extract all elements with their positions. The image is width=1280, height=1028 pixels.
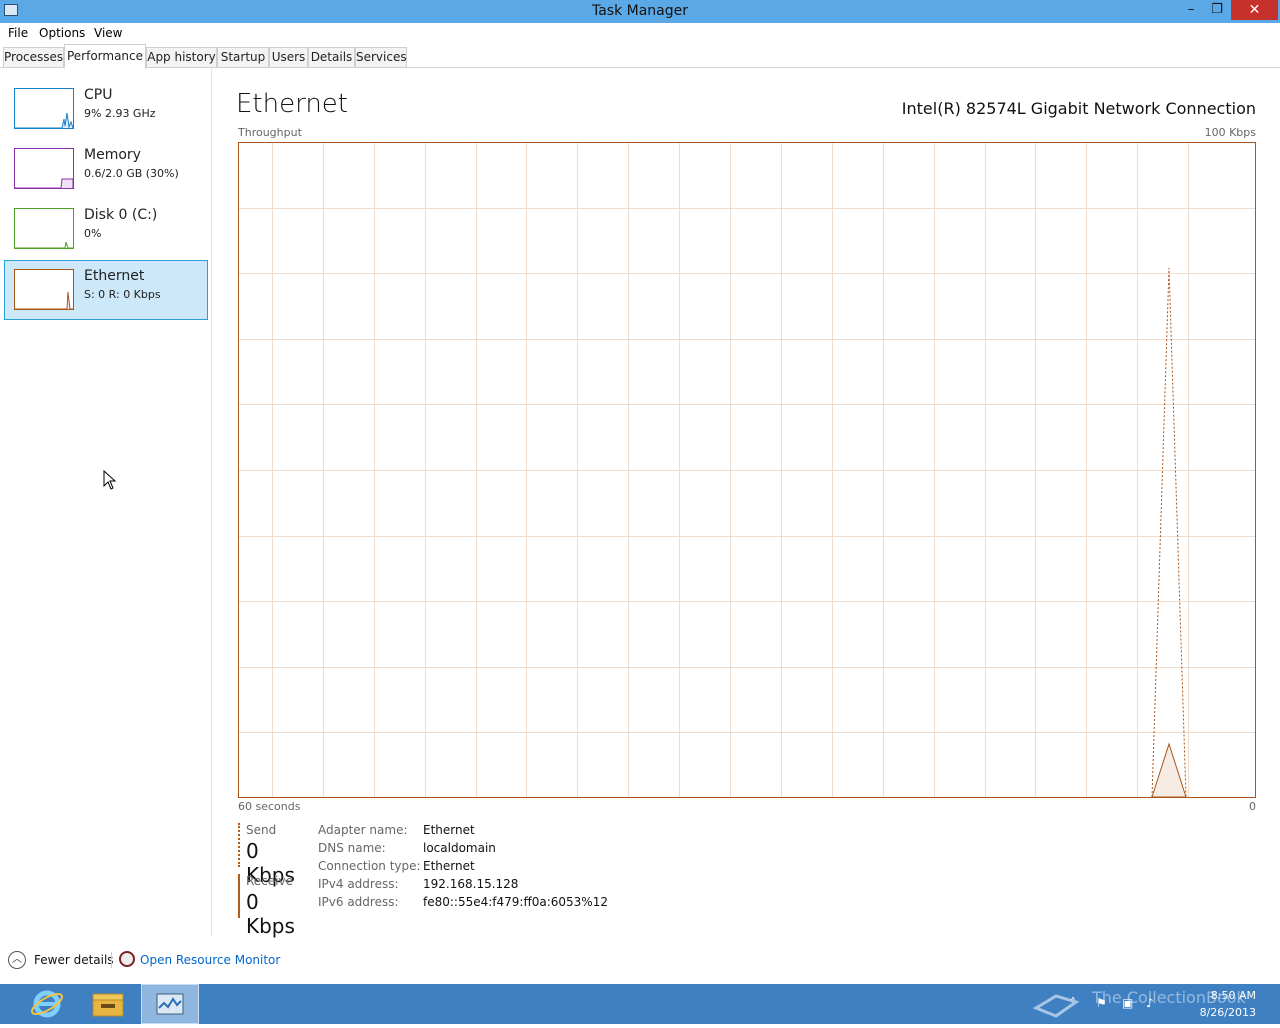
sidebar-item-title: Memory [84, 147, 141, 163]
property-key: DNS name: [318, 841, 386, 855]
clock-time[interactable]: 8:50 AM [1211, 989, 1256, 1002]
tab-services[interactable]: Services [355, 47, 407, 68]
property-value: localdomain [423, 841, 496, 855]
time-zero-label: 0 [1249, 800, 1256, 813]
property-row: IPv4 address: 192.168.15.128 [318, 877, 718, 895]
sidebar-item-subtitle: S: 0 R: 0 Kbps [84, 288, 161, 301]
receive-value: 0 Kbps [246, 890, 295, 938]
memory-mini-graph [14, 148, 74, 189]
tab-details[interactable]: Details [308, 47, 355, 68]
chevron-up-icon[interactable]: ︿ [8, 951, 26, 969]
sidebar-item-subtitle: 0.6/2.0 GB (30%) [84, 167, 179, 180]
show-hidden-icons-icon[interactable]: ˄ [1070, 996, 1084, 1010]
tab-app-history[interactable]: App history [146, 47, 217, 68]
taskbar-task-manager-button[interactable] [141, 984, 199, 1024]
sidebar-item-title: Disk 0 (C:) [84, 207, 158, 223]
window-title: Task Manager [591, 3, 689, 19]
tab-startup[interactable]: Startup [217, 47, 269, 68]
send-label: Send [246, 823, 277, 837]
fewer-details-button[interactable]: Fewer details [34, 953, 114, 967]
footer-divider [111, 952, 112, 968]
tab-performance[interactable]: Performance [64, 44, 146, 69]
receive-stat: Receive 0 Kbps [238, 874, 312, 938]
sidebar-item-ethernet[interactable]: Ethernet S: 0 R: 0 Kbps [4, 260, 208, 320]
graph-max-label: 100 Kbps [1204, 126, 1256, 139]
tab-users[interactable]: Users [269, 47, 308, 68]
property-key: Adapter name: [318, 823, 408, 837]
sidebar-item-subtitle: 0% [84, 227, 102, 240]
minimize-button[interactable]: – [1178, 0, 1204, 20]
mouse-pointer-icon [103, 470, 117, 490]
send-stat: Send 0 Kbps [238, 823, 312, 887]
property-row: Connection type: Ethernet [318, 859, 718, 877]
cpu-mini-graph [14, 88, 74, 129]
sidebar-item-title: Ethernet [84, 268, 145, 284]
menu-options[interactable]: Options [39, 26, 85, 40]
property-value: fe80::55e4:f479:ff0a:6053%12 [423, 895, 608, 909]
file-explorer-icon [92, 993, 124, 1017]
open-resource-monitor-link[interactable]: Open Resource Monitor [140, 953, 280, 967]
disk-mini-graph [14, 208, 74, 249]
property-value: 192.168.15.128 [423, 877, 519, 891]
property-key: IPv4 address: [318, 877, 399, 891]
menu-file[interactable]: File [8, 26, 28, 40]
action-center-flag-icon[interactable]: ⚑ [1096, 996, 1110, 1010]
resource-sidebar: CPU 9% 2.93 GHz Memory 0.6/2.0 GB (30%) … [0, 68, 212, 936]
receive-label: Receive [246, 874, 293, 888]
clock-date[interactable]: 8/26/2013 [1200, 1006, 1256, 1019]
adapter-properties: Adapter name: Ethernet DNS name: localdo… [318, 823, 718, 913]
throughput-graph [238, 142, 1256, 798]
property-row: Adapter name: Ethernet [318, 823, 718, 841]
adapter-description: Intel(R) 82574L Gigabit Network Connecti… [901, 99, 1256, 118]
graph-label: Throughput [238, 126, 302, 139]
property-row: DNS name: localdomain [318, 841, 718, 859]
property-key: IPv6 address: [318, 895, 399, 909]
property-row: IPv6 address: fe80::55e4:f479:ff0a:6053%… [318, 895, 718, 913]
sidebar-item-memory[interactable]: Memory 0.6/2.0 GB (30%) [4, 140, 208, 200]
close-button[interactable]: ✕ [1231, 0, 1278, 20]
resource-monitor-icon[interactable] [119, 951, 135, 967]
title-bar[interactable]: Task Manager – ❐ ✕ [0, 0, 1280, 23]
taskbar-file-explorer-button[interactable] [79, 984, 137, 1024]
sidebar-item-subtitle: 9% 2.93 GHz [84, 107, 156, 120]
taskbar-ie-button[interactable] [18, 984, 76, 1024]
page-title: Ethernet [236, 89, 348, 119]
performance-detail-panel: Ethernet Intel(R) 82574L Gigabit Network… [212, 68, 1280, 938]
volume-icon[interactable]: ♪ [1146, 996, 1160, 1010]
sidebar-item-disk[interactable]: Disk 0 (C:) 0% [4, 200, 208, 260]
footer-bar: ︿ Fewer details Open Resource Monitor [0, 945, 1280, 975]
tab-processes[interactable]: Processes [3, 47, 64, 68]
task-manager-icon [156, 993, 184, 1015]
property-key: Connection type: [318, 859, 421, 873]
menu-view[interactable]: View [94, 26, 122, 40]
ethernet-mini-graph [14, 269, 74, 310]
taskbar: The CollectionBook ˄ ⚑ ▣ ♪ 8:50 AM 8/26/… [0, 984, 1280, 1024]
ie-icon [30, 990, 64, 1018]
time-span-label: 60 seconds [238, 800, 301, 813]
sidebar-item-cpu[interactable]: CPU 9% 2.93 GHz [4, 80, 208, 140]
sidebar-item-title: CPU [84, 87, 113, 103]
menu-bar: File Options View [0, 23, 1280, 43]
task-manager-window: Task Manager – ❐ ✕ File Options View Pro… [0, 0, 1280, 984]
tab-strip: Processes Performance App history Startu… [0, 44, 1280, 69]
property-value: Ethernet [423, 823, 475, 837]
maximize-button[interactable]: ❐ [1204, 0, 1230, 20]
property-value: Ethernet [423, 859, 475, 873]
network-icon[interactable]: ▣ [1122, 996, 1136, 1010]
